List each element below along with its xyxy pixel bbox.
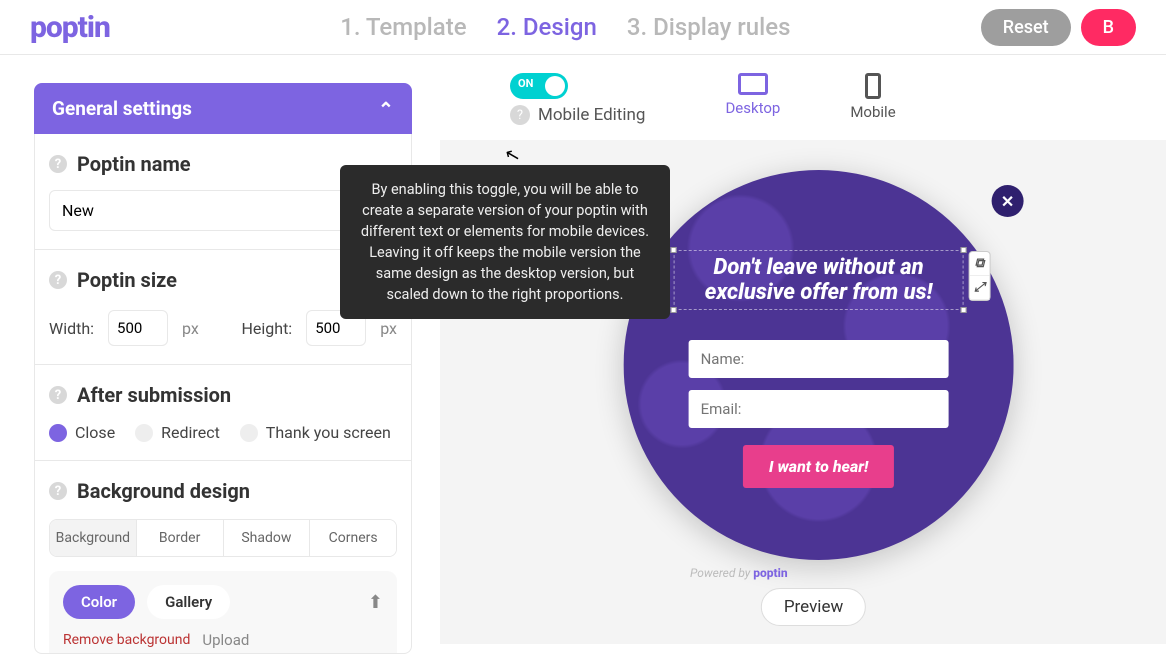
tab-shadow[interactable]: Shadow — [223, 520, 310, 556]
help-icon[interactable]: ? — [49, 155, 67, 173]
height-label: Height: — [241, 319, 292, 338]
step-design[interactable]: 2. Design — [497, 13, 597, 41]
step-template[interactable]: 1. Template — [340, 13, 466, 41]
powered-brand: poptin — [753, 566, 787, 580]
pill-color[interactable]: Color — [63, 585, 135, 619]
toggle-knob-icon — [545, 76, 565, 96]
popup-preview[interactable]: ✕ Don't leave without an exclusive offer… — [624, 170, 1014, 560]
unit-label: px — [182, 319, 199, 338]
wizard-steps: 1. Template 2. Design 3. Display rules — [150, 13, 981, 41]
width-label: Width: — [49, 319, 94, 338]
help-icon[interactable]: ? — [49, 271, 67, 289]
next-button[interactable]: B — [1081, 9, 1136, 46]
step-display-rules[interactable]: 3. Display rules — [627, 13, 791, 41]
upload-link[interactable]: Upload — [202, 631, 249, 649]
section-title: Background design — [77, 479, 250, 503]
radio-close[interactable]: Close — [49, 423, 115, 442]
panel-header-general-settings[interactable]: General settings ⌄ — [34, 83, 412, 134]
section-after-submission: ? After submission Close Redirect Thank … — [35, 364, 411, 442]
mobile-editing-toggle[interactable]: ON — [510, 73, 568, 99]
device-label: Desktop — [725, 99, 780, 117]
expand-icon[interactable]: ⤢ — [969, 276, 989, 300]
radio-redirect[interactable]: Redirect — [135, 423, 220, 442]
design-canvas: ON ? Mobile Editing Desktop Mobile — [440, 55, 1166, 644]
section-background-design: ? Background design Background Border Sh… — [35, 460, 411, 654]
popup-headline[interactable]: Don't leave without an exclusive offer f… — [674, 250, 964, 310]
chevron-down-icon: ⌄ — [378, 97, 394, 120]
preview-button[interactable]: Preview — [761, 588, 866, 626]
canvas-toolbar: ON ? Mobile Editing Desktop Mobile — [440, 55, 1166, 135]
settings-sidebar: General settings ⌄ ? Poptin name ? Popti… — [0, 55, 440, 644]
radio-label: Redirect — [161, 423, 220, 442]
popup-email-input[interactable] — [689, 390, 949, 428]
upload-icon: ⬆ — [368, 592, 383, 613]
selection-handle-icon[interactable] — [961, 307, 967, 313]
radio-dot-icon — [49, 424, 67, 442]
app-header: poptin 1. Template 2. Design 3. Display … — [0, 0, 1166, 55]
device-label: Mobile — [850, 103, 895, 121]
selection-handle-icon[interactable] — [961, 247, 967, 253]
section-title: Poptin size — [77, 268, 177, 292]
help-icon[interactable]: ? — [49, 386, 67, 404]
selection-handle-icon[interactable] — [671, 307, 677, 313]
section-title: Poptin name — [77, 152, 191, 176]
tab-border[interactable]: Border — [136, 520, 223, 556]
mobile-icon — [865, 73, 881, 99]
unit-label: px — [380, 319, 397, 338]
popup-name-input[interactable] — [689, 340, 949, 378]
radio-label: Thank you screen — [266, 423, 391, 442]
brand-logo: poptin — [30, 10, 150, 45]
powered-prefix: Powered by — [690, 566, 750, 580]
remove-background-link[interactable]: Remove background — [63, 632, 190, 648]
duplicate-icon[interactable]: ⧉ — [969, 252, 989, 276]
device-desktop[interactable]: Desktop — [725, 73, 780, 121]
pill-gallery[interactable]: Gallery — [147, 585, 230, 619]
desktop-icon — [738, 73, 768, 95]
popup-cta-button[interactable]: I want to hear! — [743, 445, 894, 488]
mobile-editing-tooltip: By enabling this toggle, you will be abl… — [340, 165, 670, 319]
panel-title: General settings — [52, 97, 192, 120]
close-icon[interactable]: ✕ — [992, 185, 1024, 217]
radio-thank-you[interactable]: Thank you screen — [240, 423, 391, 442]
tab-corners[interactable]: Corners — [309, 520, 396, 556]
powered-by: Powered by poptin — [690, 566, 788, 580]
tab-background[interactable]: Background — [50, 520, 136, 556]
help-icon[interactable]: ? — [510, 105, 530, 125]
toggle-label: ON — [518, 77, 533, 90]
bg-tabs: Background Border Shadow Corners — [49, 519, 397, 557]
reset-button[interactable]: Reset — [981, 9, 1071, 46]
headline-text: Don't leave without an exclusive offer f… — [705, 255, 933, 305]
radio-label: Close — [75, 423, 115, 442]
radio-dot-icon — [240, 424, 258, 442]
device-mobile[interactable]: Mobile — [850, 73, 895, 121]
element-tools: ⧉ ⤢ — [968, 251, 990, 301]
bg-options: Color Gallery ⬆ Remove background Upload — [49, 571, 397, 654]
section-title: After submission — [77, 383, 231, 407]
width-input[interactable] — [108, 310, 168, 346]
radio-dot-icon — [135, 424, 153, 442]
mobile-editing-label: Mobile Editing — [538, 105, 645, 125]
selection-handle-icon[interactable] — [671, 247, 677, 253]
help-icon[interactable]: ? — [49, 482, 67, 500]
